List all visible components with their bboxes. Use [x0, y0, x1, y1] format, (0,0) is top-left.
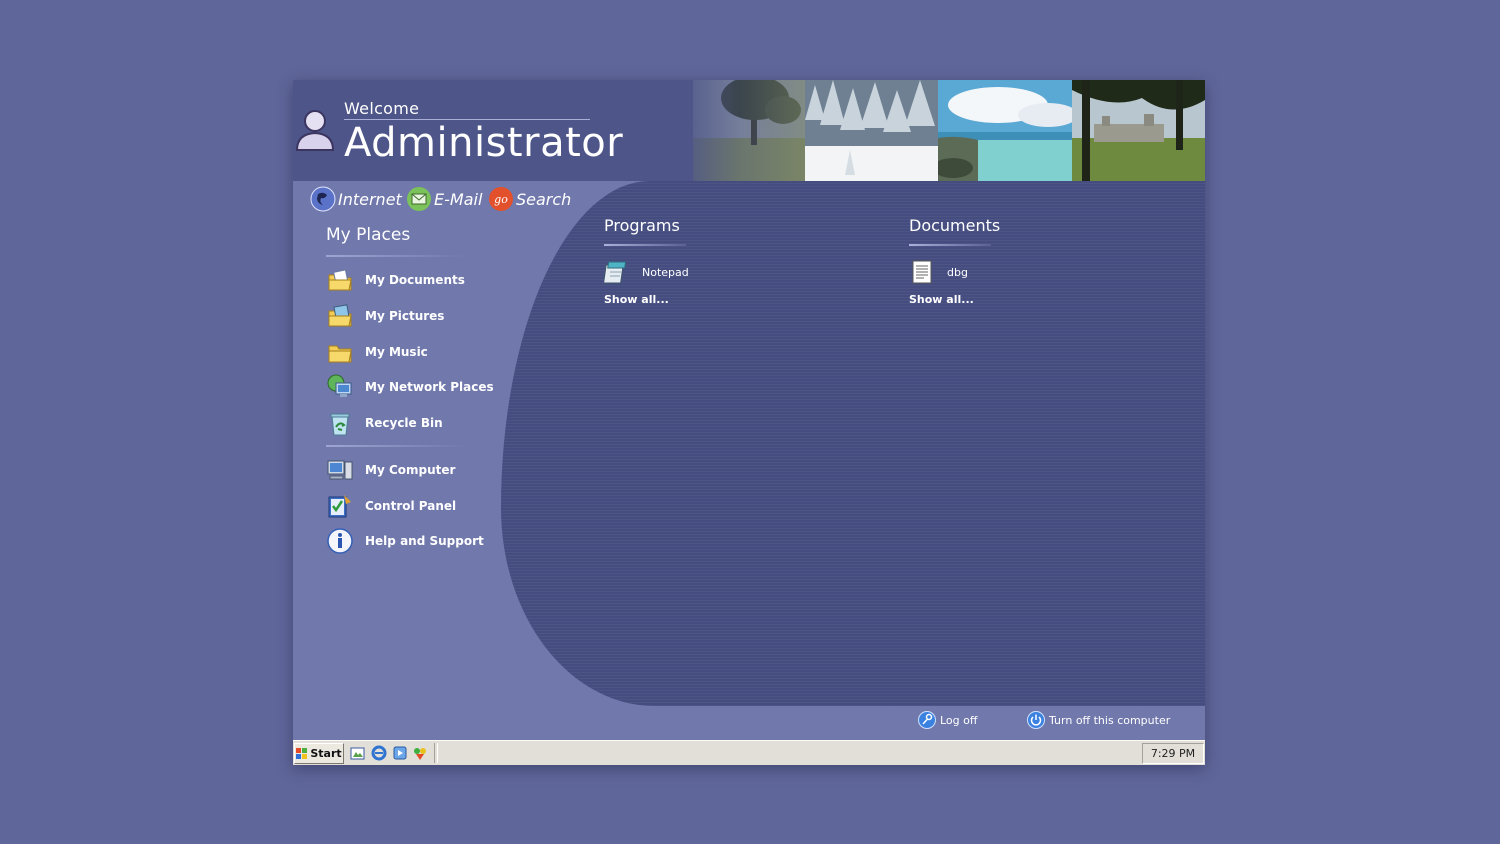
documents-title: Documents — [909, 216, 1001, 235]
notepad-icon — [604, 261, 627, 284]
internet-explorer-icon[interactable] — [371, 745, 387, 761]
my-computer-item[interactable]: My Computer — [326, 454, 455, 486]
svg-text:go: go — [494, 193, 508, 206]
programs-show-all[interactable]: Show all... — [604, 293, 669, 306]
my-pictures-label: My Pictures — [365, 309, 445, 323]
documents-divider — [909, 244, 991, 246]
documents-show-all[interactable]: Show all... — [909, 293, 974, 306]
dbg-document-label: dbg — [947, 265, 968, 279]
recycle-bin-label: Recycle Bin — [365, 416, 443, 430]
email-link[interactable]: E-Mail — [406, 181, 482, 217]
music-folder-icon — [328, 345, 352, 363]
start-button[interactable]: Start — [294, 743, 344, 764]
my-music-label: My Music — [365, 345, 428, 359]
programs-divider — [604, 244, 686, 246]
start-window: Welcome Administrator Internet E-Mail go… — [293, 80, 1205, 765]
key-icon — [918, 711, 936, 729]
user-icon — [295, 110, 335, 151]
search-link[interactable]: go Search — [488, 181, 571, 217]
messenger-icon[interactable] — [412, 745, 428, 761]
places-divider — [326, 255, 466, 257]
control-panel-label: Control Panel — [365, 499, 457, 513]
my-pictures-item[interactable]: My Pictures — [326, 300, 444, 332]
internet-label: Internet — [338, 189, 402, 209]
places-title: My Places — [326, 225, 411, 245]
start-label: Start — [310, 747, 342, 760]
pictures-folder-icon — [328, 304, 352, 327]
go-search-icon: go — [489, 187, 513, 211]
network-places-icon — [327, 374, 352, 397]
turn-off-button[interactable]: Turn off this computer — [1027, 709, 1170, 731]
taskbar: Start 7:29 PM — [293, 740, 1205, 765]
places-divider-2 — [326, 445, 466, 447]
help-support-item[interactable]: Help and Support — [326, 525, 484, 557]
recycle-bin-item[interactable]: Recycle Bin — [326, 407, 443, 439]
log-off-label: Log off — [940, 713, 978, 727]
help-support-label: Help and Support — [365, 534, 484, 548]
windows-flag-icon — [296, 747, 308, 759]
control-panel-icon — [328, 495, 351, 518]
my-network-places-item[interactable]: My Network Places — [326, 371, 494, 403]
show-desktop-icon[interactable] — [350, 745, 366, 761]
my-documents-item[interactable]: My Documents — [326, 264, 465, 296]
dbg-document-item[interactable]: dbg — [909, 258, 968, 286]
recycle-bin-icon — [330, 413, 350, 436]
my-documents-label: My Documents — [365, 273, 465, 287]
my-network-places-label: My Network Places — [365, 380, 494, 394]
internet-link[interactable]: Internet — [310, 181, 402, 217]
snowy-forest-photo — [805, 80, 938, 181]
power-icon — [1027, 711, 1045, 729]
notepad-label: Notepad — [642, 265, 689, 279]
programs-title: Programs — [604, 216, 680, 235]
tropical-beach-photo — [938, 80, 1072, 181]
computer-icon — [327, 460, 353, 480]
username: Administrator — [344, 120, 624, 166]
log-off-button[interactable]: Log off — [918, 709, 977, 731]
welcome-label: Welcome — [344, 99, 420, 118]
globe-icon — [310, 186, 336, 212]
email-label: E-Mail — [434, 189, 483, 209]
media-player-icon[interactable] — [392, 745, 408, 761]
notepad-item[interactable]: Notepad — [604, 258, 689, 286]
turn-off-label: Turn off this computer — [1049, 713, 1171, 727]
control-panel-item[interactable]: Control Panel — [326, 490, 456, 522]
my-computer-label: My Computer — [365, 463, 456, 477]
search-label: Search — [516, 189, 572, 209]
chateau-photo — [1072, 80, 1205, 181]
help-icon — [327, 528, 353, 554]
header: Welcome Administrator — [293, 80, 1205, 181]
envelope-icon — [407, 187, 431, 211]
my-music-item[interactable]: My Music — [326, 336, 428, 368]
clock: 7:29 PM — [1142, 743, 1204, 764]
text-document-icon — [912, 260, 932, 284]
documents-folder-icon — [328, 269, 352, 291]
